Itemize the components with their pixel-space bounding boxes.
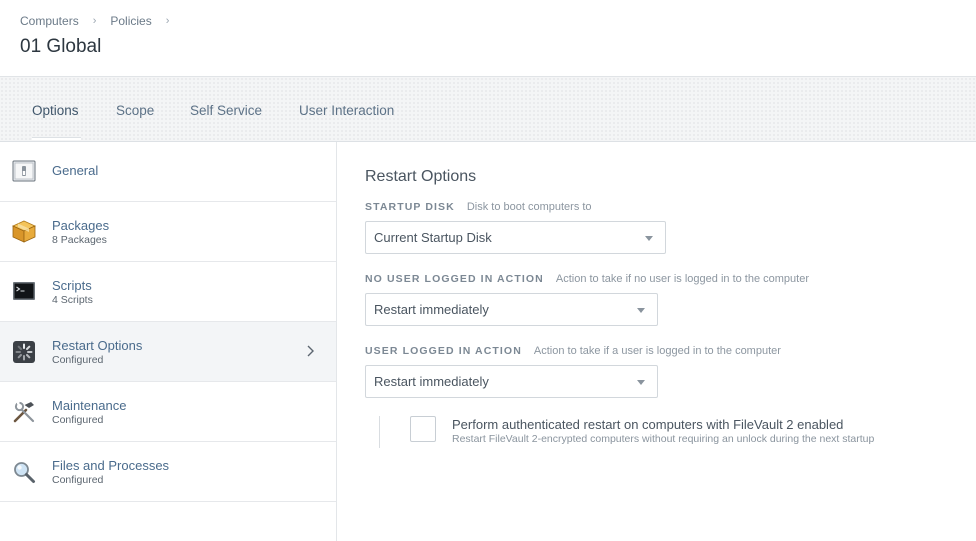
sidebar-item-label: Packages xyxy=(52,218,110,233)
startup-disk-select[interactable]: Current Startup Disk xyxy=(365,221,666,254)
tools-icon xyxy=(13,401,35,423)
sidebar-item-sublabel: Configured xyxy=(52,474,104,486)
sidebar-item-sublabel: 8 Packages xyxy=(52,234,107,246)
terminal-icon xyxy=(13,282,35,300)
sidebar-item-label: Scripts xyxy=(52,278,92,293)
sidebar-item-restart-options[interactable]: Restart Options Configured xyxy=(0,322,336,382)
caret-down-icon xyxy=(637,308,645,313)
sidebar-item-sublabel: 4 Scripts xyxy=(52,294,93,306)
tab-scope[interactable]: Scope xyxy=(116,103,154,118)
sidebar-item-sublabel: Configured xyxy=(52,414,104,426)
breadcrumb-computers[interactable]: Computers xyxy=(20,14,79,28)
startup-disk-label: STARTUP DISK Disk to boot computers to xyxy=(365,201,592,213)
user-action-label: USER LOGGED IN ACTION Action to take if a… xyxy=(365,345,781,357)
page-title: 01 Global xyxy=(20,36,102,57)
field-label-text: STARTUP DISK xyxy=(365,201,455,213)
user-action-select[interactable]: Restart immediately xyxy=(365,365,658,398)
select-value: Restart immediately xyxy=(374,302,489,317)
caret-down-icon xyxy=(645,236,653,241)
field-label-text: USER LOGGED IN ACTION xyxy=(365,345,522,357)
package-box-icon xyxy=(12,220,36,243)
sidebar-item-files-and-processes[interactable]: Files and Processes Configured xyxy=(0,442,336,502)
no-user-action-label: NO USER LOGGED IN ACTION Action to take i… xyxy=(365,273,809,285)
chevron-right-icon: › xyxy=(92,15,97,27)
section-title: Restart Options xyxy=(365,168,477,185)
breadcrumb-policies[interactable]: Policies xyxy=(110,14,151,28)
filevault-restart-description: Restart FileVault 2-encrypted computers … xyxy=(452,433,875,445)
option-indent-bar xyxy=(379,416,380,448)
magnifier-icon xyxy=(14,462,35,483)
select-value: Restart immediately xyxy=(374,374,489,389)
filevault-restart-checkbox[interactable] xyxy=(410,416,436,442)
sidebar-item-label: Files and Processes xyxy=(52,458,170,473)
field-hint: Action to take if no user is logged in t… xyxy=(555,273,810,285)
tab-user-interaction[interactable]: User Interaction xyxy=(299,103,394,118)
field-label-text: NO USER LOGGED IN ACTION xyxy=(365,273,544,285)
sidebar-item-label: Restart Options xyxy=(52,338,143,353)
tab-bar: Options Scope Self Service User Interact… xyxy=(0,76,976,142)
filevault-restart-label: Perform authenticated restart on compute… xyxy=(452,417,844,432)
sidebar-item-general[interactable]: General xyxy=(0,142,336,202)
sidebar-item-scripts[interactable]: Scripts 4 Scripts xyxy=(0,262,336,322)
tab-options[interactable]: Options xyxy=(32,103,79,118)
sidebar-item-maintenance[interactable]: Maintenance Configured xyxy=(0,382,336,442)
page-header: Computers › Policies › 01 Global xyxy=(0,0,976,76)
sidebar-item-sublabel: Configured xyxy=(52,354,104,366)
select-value: Current Startup Disk xyxy=(374,230,492,245)
chevron-right-icon xyxy=(307,345,314,357)
restart-options-panel: Restart Options STARTUP DISK Disk to boot… xyxy=(337,142,976,541)
sidebar-item-label: General xyxy=(52,163,99,178)
field-hint: Action to take if a user is logged in to… xyxy=(533,345,781,357)
caret-down-icon xyxy=(637,380,645,385)
restart-spinner-icon xyxy=(13,341,35,363)
chevron-right-icon: › xyxy=(165,15,170,27)
switch-icon xyxy=(12,160,36,182)
sidebar-item-packages[interactable]: Packages 8 Packages xyxy=(0,202,336,262)
breadcrumb: Computers › Policies › xyxy=(20,14,183,28)
active-tab-indicator xyxy=(32,138,81,140)
sidebar: General Packages 8 Packages Scripts 4 Sc… xyxy=(0,142,337,541)
no-user-action-select[interactable]: Restart immediately xyxy=(365,293,658,326)
sidebar-item-label: Maintenance xyxy=(52,398,127,413)
field-hint: Disk to boot computers to xyxy=(466,201,592,213)
tab-self-service[interactable]: Self Service xyxy=(190,103,262,118)
